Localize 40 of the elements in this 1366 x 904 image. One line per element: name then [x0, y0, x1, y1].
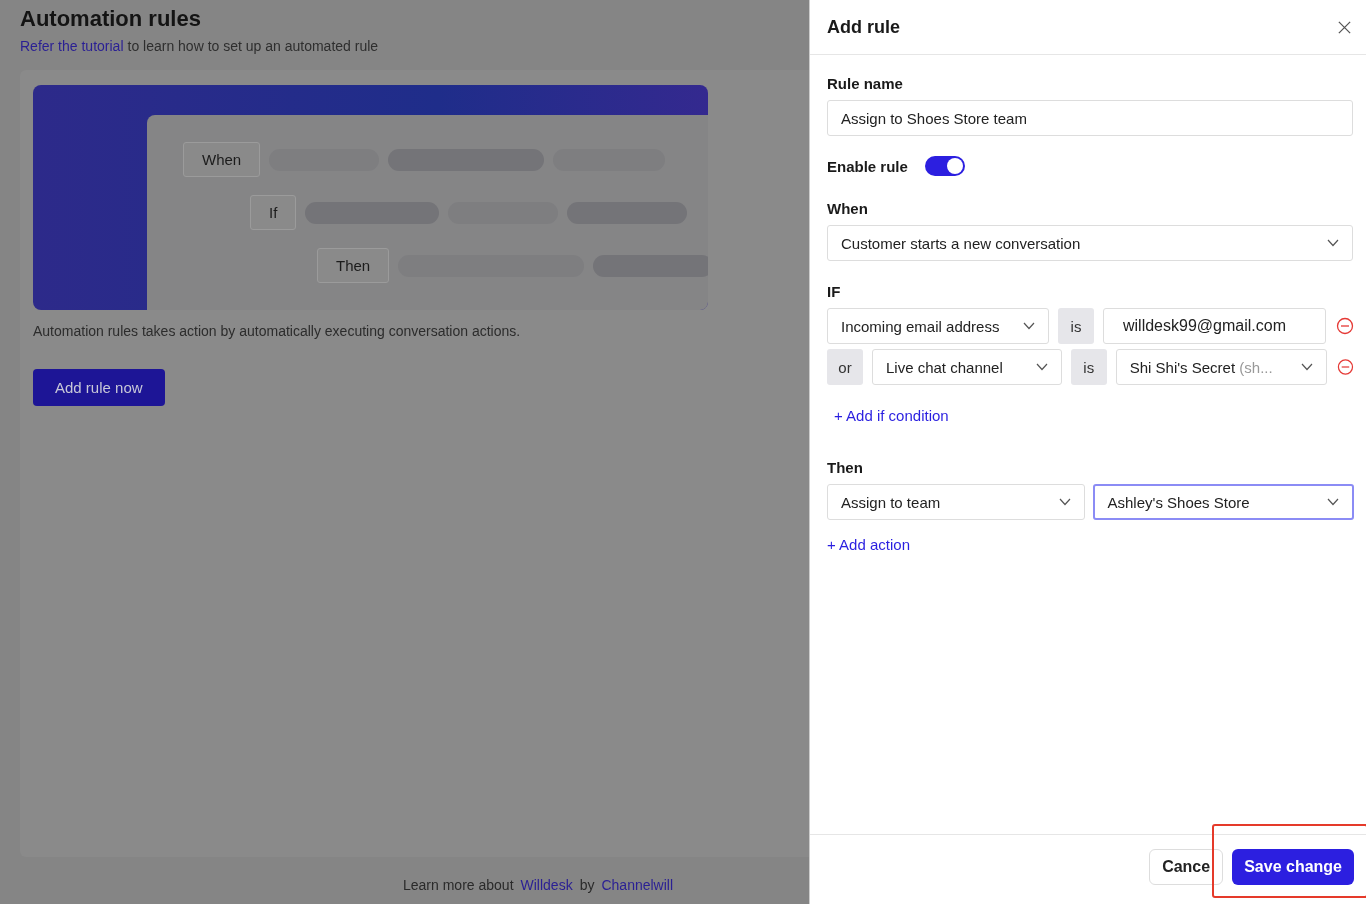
chevron-icon [1023, 322, 1035, 330]
field-label: Rule name [827, 75, 904, 92]
remove-icon[interactable] [1336, 317, 1354, 335]
step-chip: When [183, 142, 261, 177]
field-label: Enable rule [827, 157, 908, 175]
operator-label: is [1070, 349, 1107, 385]
page-title: Automation rules [20, 6, 202, 32]
action-dropdown[interactable]: Ashley's Shoes Store [1092, 484, 1354, 520]
close-icon[interactable] [1337, 19, 1352, 35]
remove-icon[interactable] [1337, 358, 1354, 376]
rule-name-field[interactable]: Assign to Shoes Store team [827, 100, 1353, 136]
subtitle-text: to learn how to set up an automated rule [127, 38, 379, 54]
chevron-icon [1035, 363, 1048, 371]
field-label: IF [827, 283, 842, 300]
enable-toggle[interactable] [924, 156, 965, 176]
footer-text: by [579, 877, 595, 893]
save-button[interactable]: Save change [1232, 848, 1354, 885]
field-label: When [827, 200, 869, 217]
cancel-button[interactable]: Cance [1149, 848, 1224, 885]
drawer-title: Add rule [827, 16, 900, 38]
when-dropdown[interactable]: Customer starts a new conversation [827, 225, 1353, 261]
condition-field-dropdown[interactable]: Live chat channel [872, 349, 1062, 385]
chevron-icon [1058, 498, 1071, 506]
condition-value-field[interactable]: willdesk99@gmail.com [1103, 308, 1326, 344]
description-text: Automation rules takes action by automatically executing conversation actions. [33, 323, 522, 339]
step-chip: Then [317, 248, 390, 283]
condition-field-dropdown[interactable]: Incoming email address [827, 308, 1049, 344]
chevron-icon [1301, 363, 1314, 371]
add-condition-link[interactable]: + Add if condition [834, 407, 949, 424]
condition-value-dropdown[interactable]: Shi Shi's Secret (sh... [1115, 349, 1328, 385]
footer-text: Learn more about [403, 877, 514, 893]
field-label: Then [827, 459, 864, 476]
operator-label: is [1058, 308, 1094, 344]
connector-label: or [827, 349, 863, 385]
chevron-icon [1327, 498, 1339, 506]
chevron-icon [1327, 239, 1339, 247]
step-chip: If [250, 195, 297, 230]
action-dropdown[interactable]: Assign to team [827, 484, 1085, 520]
add-action-link[interactable]: + Add action [827, 536, 910, 553]
add-rule-button[interactable]: Add rule now [33, 369, 165, 406]
